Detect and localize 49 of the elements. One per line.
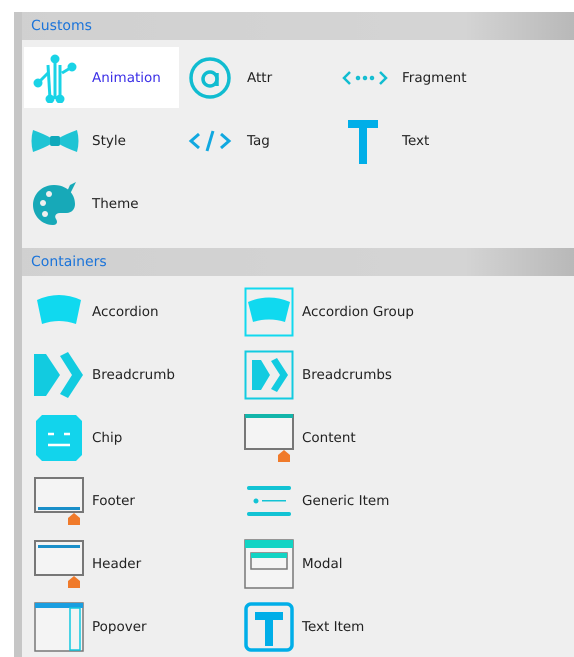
item-label: Text xyxy=(402,132,430,148)
item-label: Popover xyxy=(92,618,147,634)
dotted-arrows-icon xyxy=(340,68,390,86)
item-label: Accordion xyxy=(92,304,159,320)
toolbox-item[interactable]: Popover xyxy=(28,595,238,657)
item-label: Style xyxy=(92,132,126,148)
toolbox-item[interactable]: Generic Item xyxy=(238,469,468,532)
item-label: Fragment xyxy=(402,70,466,86)
framed-accordion-icon xyxy=(244,286,294,336)
modal-window-icon xyxy=(244,538,294,588)
window-icon xyxy=(34,476,84,526)
window-icon xyxy=(244,412,294,462)
framed-letter-t-icon xyxy=(244,602,294,652)
item-label: Breadcrumb xyxy=(92,366,175,382)
item-label: Footer xyxy=(92,492,135,508)
item-label: Breadcrumbs xyxy=(302,366,392,382)
chip-icon xyxy=(34,412,84,462)
item-label: Content xyxy=(302,430,356,446)
toolbox-item[interactable]: Accordion xyxy=(28,280,238,343)
toolbox-item[interactable]: Tag xyxy=(179,110,334,171)
toolbox-item[interactable]: Accordion Group xyxy=(238,280,468,343)
toolbox-item[interactable]: Theme xyxy=(24,173,179,234)
side-panel-window-icon xyxy=(34,602,84,652)
toolbox-item[interactable]: Text Item xyxy=(238,595,468,657)
toolbox-item[interactable]: Style xyxy=(24,110,179,171)
item-label: Generic Item xyxy=(302,492,390,508)
toolbox-item[interactable]: Breadcrumb xyxy=(28,343,238,406)
item-label: Header xyxy=(92,556,142,572)
toolbox-item[interactable]: Text xyxy=(334,110,494,171)
toolbox-item[interactable]: Chip xyxy=(28,406,238,469)
toolbox-item[interactable]: Content xyxy=(238,406,468,469)
toolbox-item[interactable]: Header xyxy=(28,532,238,595)
toolbox-item[interactable]: Animation xyxy=(24,47,179,108)
chevron-arrows-icon xyxy=(34,350,84,400)
item-label: Text Item xyxy=(302,618,364,634)
item-label: Modal xyxy=(302,556,342,572)
toolbox-item[interactable]: Breadcrumbs xyxy=(238,343,468,406)
toolbox-item[interactable]: Modal xyxy=(238,532,468,595)
item-label: Attr xyxy=(247,70,272,86)
toolbox-item[interactable]: Attr xyxy=(179,47,334,108)
toolbox-item[interactable]: Fragment xyxy=(334,47,494,108)
item-label: Animation xyxy=(92,70,161,86)
item-label: Chip xyxy=(92,430,122,446)
window-icon xyxy=(34,538,84,588)
framed-chevron-arrows-icon xyxy=(244,350,294,400)
toolbox-item[interactable]: Footer xyxy=(28,469,238,532)
item-label: Tag xyxy=(247,132,270,148)
item-label: Accordion Group xyxy=(302,304,414,320)
item-label: Theme xyxy=(92,196,139,212)
